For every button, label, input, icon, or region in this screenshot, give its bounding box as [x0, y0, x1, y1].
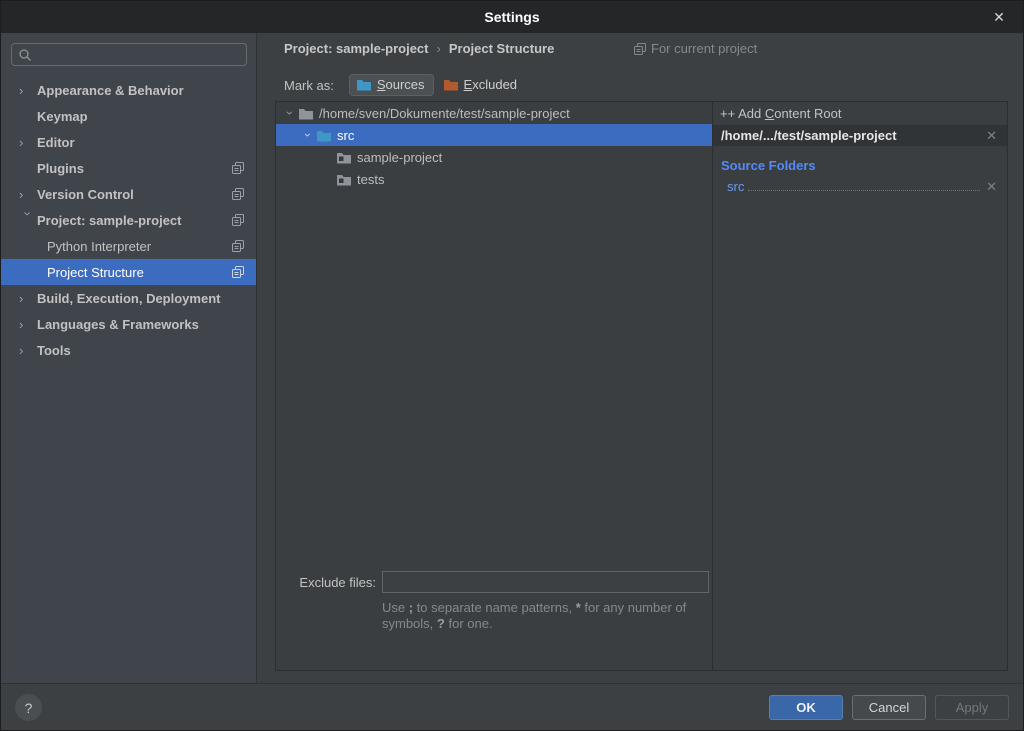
plus-icon: + — [720, 106, 728, 121]
project-level-icon — [232, 188, 244, 200]
chevron-down-icon[interactable]: › — [283, 105, 297, 121]
sidebar-item-project-structure[interactable]: Project Structure — [1, 259, 256, 285]
chevron-right-icon: › — [19, 187, 37, 202]
excluded-folder-icon — [443, 77, 459, 92]
project-level-icon — [634, 43, 646, 55]
settings-nav: › Appearance & Behavior Keymap › Editor … — [1, 77, 256, 363]
add-content-root-button[interactable]: + + Add Content Root — [713, 102, 1007, 125]
chevron-down-icon: › — [21, 211, 36, 229]
mark-as-excluded-label: Excluded — [464, 77, 517, 92]
tree-row-tests[interactable]: tests — [276, 168, 713, 190]
tree-row-label: src — [337, 128, 354, 143]
sidebar-item-build-execution-deployment[interactable]: › Build, Execution, Deployment — [1, 285, 256, 311]
mark-as-sources-label: Sources — [377, 77, 425, 92]
source-folders-header: Source Folders — [721, 158, 1007, 173]
source-folder-name: src — [727, 179, 744, 194]
folder-icon — [336, 150, 352, 165]
project-level-icon — [232, 214, 244, 226]
exclude-files-label: Exclude files: — [276, 575, 376, 590]
cancel-button[interactable]: Cancel — [852, 695, 926, 720]
exclude-files-hint: Use ; to separate name patterns, * for a… — [382, 600, 712, 632]
sidebar-item-plugins[interactable]: Plugins — [1, 155, 256, 181]
chevron-right-icon: › — [19, 83, 37, 98]
sidebar-item-label: Keymap — [37, 109, 88, 124]
exclude-files-input[interactable] — [382, 571, 709, 593]
chevron-right-icon: › — [19, 317, 37, 332]
chevron-right-icon: › — [19, 135, 37, 150]
content-root-row[interactable]: /home/.../test/sample-project ✕ — [713, 125, 1007, 146]
sidebar-item-label: Project: sample-project — [37, 213, 182, 228]
settings-search[interactable] — [11, 43, 247, 66]
sidebar-item-version-control[interactable]: › Version Control — [1, 181, 256, 207]
help-button[interactable]: ? — [15, 694, 42, 721]
sidebar-item-label: Plugins — [37, 161, 84, 176]
mark-as-sources-button[interactable]: Sources — [350, 75, 433, 95]
sidebar-item-label: Editor — [37, 135, 75, 150]
chevron-right-icon: › — [19, 291, 37, 306]
mark-as-label: Mark as: — [284, 78, 334, 93]
project-level-icon — [232, 240, 244, 252]
ok-button[interactable]: OK — [769, 695, 843, 720]
add-content-root-label: + Add Content Root — [732, 106, 842, 121]
sidebar-item-keymap[interactable]: Keymap — [1, 103, 256, 129]
for-current-project-label: For current project — [651, 41, 757, 56]
project-level-icon — [232, 266, 244, 278]
search-icon — [18, 48, 32, 62]
content-roots-panel: + + Add Content Root /home/.../test/samp… — [712, 101, 1008, 671]
breadcrumb-page: Project Structure — [449, 41, 554, 56]
sidebar-item-editor[interactable]: › Editor — [1, 129, 256, 155]
chevron-right-icon: › — [19, 343, 37, 358]
sidebar-item-label: Appearance & Behavior — [37, 83, 184, 98]
sidebar-item-python-interpreter[interactable]: Python Interpreter — [1, 233, 256, 259]
mark-as-excluded-button[interactable]: Excluded — [437, 75, 525, 95]
sidebar-item-languages-frameworks[interactable]: › Languages & Frameworks — [1, 311, 256, 337]
for-current-project-note: For current project — [634, 41, 757, 56]
dialog-footer: ? OK Cancel Apply — [1, 683, 1023, 730]
sidebar-item-label: Build, Execution, Deployment — [37, 291, 220, 306]
apply-button[interactable]: Apply — [935, 695, 1009, 720]
sidebar-item-label: Project Structure — [47, 265, 144, 280]
remove-content-root-icon[interactable]: ✕ — [984, 128, 999, 144]
settings-dialog: Settings ✕ › Appearance & Behavior Keyma… — [0, 0, 1024, 731]
settings-sidebar: › Appearance & Behavior Keymap › Editor … — [1, 33, 257, 685]
dialog-title: Settings — [484, 9, 539, 25]
tree-row-label: sample-project — [357, 150, 442, 165]
content-root-tree-panel: › /home/sven/Dokumente/test/sample-proje… — [275, 101, 713, 671]
breadcrumb-project[interactable]: Project: sample-project — [284, 41, 429, 56]
close-icon[interactable]: ✕ — [985, 1, 1013, 33]
breadcrumb-separator: › — [437, 41, 441, 56]
titlebar: Settings ✕ — [1, 1, 1023, 33]
sidebar-item-label: Languages & Frameworks — [37, 317, 199, 332]
folder-icon — [336, 172, 352, 187]
mark-as-toolbar: Mark as: Sources Excluded — [284, 75, 525, 95]
sidebar-item-label: Tools — [37, 343, 71, 358]
sidebar-item-project-sample-project[interactable]: › Project: sample-project — [1, 207, 256, 233]
chevron-down-icon[interactable]: › — [301, 127, 315, 143]
source-folder-icon — [316, 128, 332, 143]
content-root-path: /home/.../test/sample-project — [721, 128, 984, 143]
sidebar-item-appearance-behavior[interactable]: › Appearance & Behavior — [1, 77, 256, 103]
folder-icon — [298, 106, 314, 121]
source-folder-icon — [356, 77, 372, 92]
tree-row-sample-project[interactable]: sample-project — [276, 146, 713, 168]
exclude-files-section: Exclude files: Use ; to separate name pa… — [276, 571, 713, 632]
help-icon: ? — [25, 700, 33, 716]
tree-row-content-root[interactable]: › /home/sven/Dokumente/test/sample-proje… — [276, 102, 713, 124]
sidebar-item-label: Python Interpreter — [47, 239, 151, 254]
breadcrumb: Project: sample-project › Project Struct… — [284, 41, 554, 56]
tree-row-label: tests — [357, 172, 384, 187]
tree-row-src[interactable]: › src — [276, 124, 713, 146]
source-folder-row[interactable]: src ✕ — [727, 179, 999, 195]
tree-row-label: /home/sven/Dokumente/test/sample-project — [319, 106, 570, 121]
sidebar-item-tools[interactable]: › Tools — [1, 337, 256, 363]
remove-source-folder-icon[interactable]: ✕ — [984, 179, 999, 195]
dotted-leader — [748, 179, 980, 191]
search-input[interactable] — [32, 47, 246, 62]
sidebar-item-label: Version Control — [37, 187, 134, 202]
project-level-icon — [232, 162, 244, 174]
